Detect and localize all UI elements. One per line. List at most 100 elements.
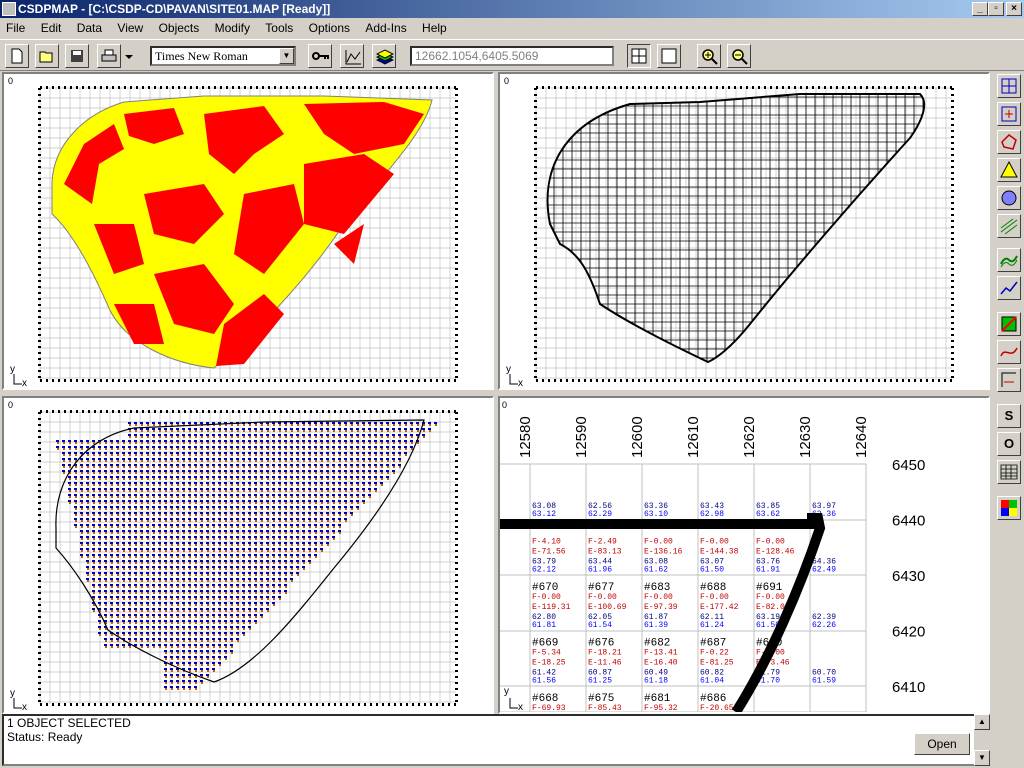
cell-proposed: 61.50: [700, 566, 724, 575]
cell-fill: F-0.00: [588, 593, 617, 602]
graph-button[interactable]: [340, 44, 364, 68]
tile-view-icon: [631, 48, 647, 64]
terrain-icon: [1000, 255, 1018, 268]
y-axis-label: y: [10, 688, 15, 699]
cell-proposed: 62.26: [812, 621, 836, 630]
data-cell: #686F-20.65: [700, 693, 734, 712]
cell-excavation: E-16.40: [644, 659, 678, 668]
scatter-button[interactable]: [997, 186, 1021, 210]
data-cell: #682F-13.41E-16.4060.4961.18: [644, 638, 678, 686]
cell-fill: F-0.00: [644, 538, 673, 547]
map-view-outline[interactable]: 0 yx: [498, 72, 990, 390]
profile-icon: [1000, 281, 1018, 295]
grid-points-icon: [1001, 78, 1017, 94]
menu-view[interactable]: View: [111, 18, 149, 38]
y-tick-6440: 6440: [892, 513, 925, 530]
data-cell: 63.4362.98: [700, 502, 724, 519]
font-dropdown-arrow[interactable]: ▼: [279, 48, 294, 64]
color-palette-button[interactable]: [997, 496, 1021, 520]
grid-points-button[interactable]: [997, 74, 1021, 98]
legend-button[interactable]: [997, 312, 1021, 336]
points-map-canvas[interactable]: 0 yx: [4, 398, 492, 712]
minimize-button[interactable]: _: [972, 2, 988, 16]
menu-tools[interactable]: Tools: [259, 18, 299, 38]
font-selector[interactable]: Times New Roman ▼: [150, 46, 296, 66]
menu-objects[interactable]: Objects: [153, 18, 206, 38]
menu-add-ins[interactable]: Add-Ins: [359, 18, 412, 38]
colored-map-canvas[interactable]: 0 yx: [4, 74, 492, 388]
layers-button[interactable]: [372, 44, 396, 68]
data-cell: F-0.00E-128.4663.7661.91: [756, 538, 795, 575]
map-view-colored[interactable]: 0 yx: [2, 72, 494, 390]
map-view-data[interactable]: 0 12580 12590 12600 12610 12620 12630 12640 6450…: [498, 396, 990, 714]
cell-proposed: 61.91: [756, 566, 780, 575]
zoom-out-button[interactable]: [727, 44, 751, 68]
data-cell: F-4.10E-71.5663.7962.12: [532, 538, 566, 575]
menu-edit[interactable]: Edit: [35, 18, 68, 38]
single-view-button[interactable]: [657, 44, 681, 68]
polygon-button[interactable]: [997, 130, 1021, 154]
status-scrollbar[interactable]: ▲ ▼: [974, 714, 990, 766]
terrain-button[interactable]: [997, 248, 1021, 272]
profile-button[interactable]: [997, 276, 1021, 300]
menu-modify[interactable]: Modify: [209, 18, 256, 38]
new-file-button[interactable]: [5, 44, 29, 68]
restore-button[interactable]: ▫: [988, 2, 1004, 16]
print-button[interactable]: [97, 44, 121, 68]
open-button[interactable]: Open: [914, 733, 970, 755]
menu-help[interactable]: Help: [416, 18, 453, 38]
cell-excavation: E-11.46: [588, 659, 622, 668]
map-view-points[interactable]: 0 yx: [2, 396, 494, 714]
scroll-up-arrow[interactable]: ▲: [974, 714, 990, 730]
cell-excavation: E-119.31: [532, 603, 571, 612]
graph-icon: [345, 50, 361, 65]
menu-data[interactable]: Data: [71, 18, 108, 38]
warning-button[interactable]: [997, 158, 1021, 182]
contour-button[interactable]: [997, 214, 1021, 238]
table-icon: [1000, 464, 1018, 480]
layers-icon: [376, 49, 394, 65]
s-button[interactable]: S: [997, 404, 1021, 428]
menu-options[interactable]: Options: [303, 18, 356, 38]
volume-button[interactable]: [997, 368, 1021, 392]
cross-section-button[interactable]: [997, 340, 1021, 364]
y-tick-6430: 6430: [892, 568, 925, 585]
axis-marker: [13, 374, 22, 385]
origin-label: 0: [8, 400, 13, 410]
key-button[interactable]: [308, 44, 332, 68]
table-button[interactable]: [997, 460, 1021, 484]
o-button[interactable]: O: [997, 432, 1021, 456]
scroll-down-arrow[interactable]: ▼: [974, 750, 990, 766]
open-file-button[interactable]: [35, 44, 59, 68]
cell-proposed: 62.98: [700, 510, 724, 519]
cell-proposed: 61.59: [812, 677, 836, 686]
cell-proposed: 63.62: [756, 510, 780, 519]
cell-proposed: 63.12: [532, 510, 556, 519]
data-cell: 62.5662.29: [588, 502, 612, 519]
save-button[interactable]: [65, 44, 89, 68]
data-map-canvas[interactable]: 0 12580 12590 12600 12610 12620 12630 12640 6450…: [500, 398, 988, 712]
cell-proposed: 61.54: [588, 621, 612, 630]
data-cell: 60.7061.59: [812, 669, 836, 686]
data-cell: F-2.49E-83.1363.4461.96: [588, 538, 622, 575]
zoom-in-icon: [702, 49, 718, 65]
data-cell: 64.3662.49: [812, 558, 836, 575]
tile-view-button[interactable]: [627, 44, 651, 68]
menu-file[interactable]: File: [0, 18, 31, 38]
grid-values-button[interactable]: [997, 102, 1021, 126]
print-dropdown[interactable]: [122, 44, 136, 68]
cell-fill: F-18.21: [588, 649, 622, 658]
window-title: CSDPMAP - [C:\CSDP-CD\PAVAN\SITE01.MAP […: [18, 2, 331, 16]
data-cell: #688F-0.00E-177.4262.1161.24: [700, 582, 739, 630]
outline-map-canvas[interactable]: 0 yx: [500, 74, 988, 388]
volume-icon: [1001, 372, 1016, 387]
zoom-in-button[interactable]: [697, 44, 721, 68]
origin-label: 0: [8, 76, 13, 86]
cell-proposed: 61.56: [532, 677, 556, 686]
cell-fill: F-0.00: [700, 593, 729, 602]
color-palette-icon: [1001, 500, 1017, 516]
close-button[interactable]: ×: [1006, 2, 1022, 16]
open-folder-icon: [39, 51, 53, 63]
cell-fill: F-13.41: [644, 649, 678, 658]
cell-proposed: 61.24: [700, 621, 724, 630]
